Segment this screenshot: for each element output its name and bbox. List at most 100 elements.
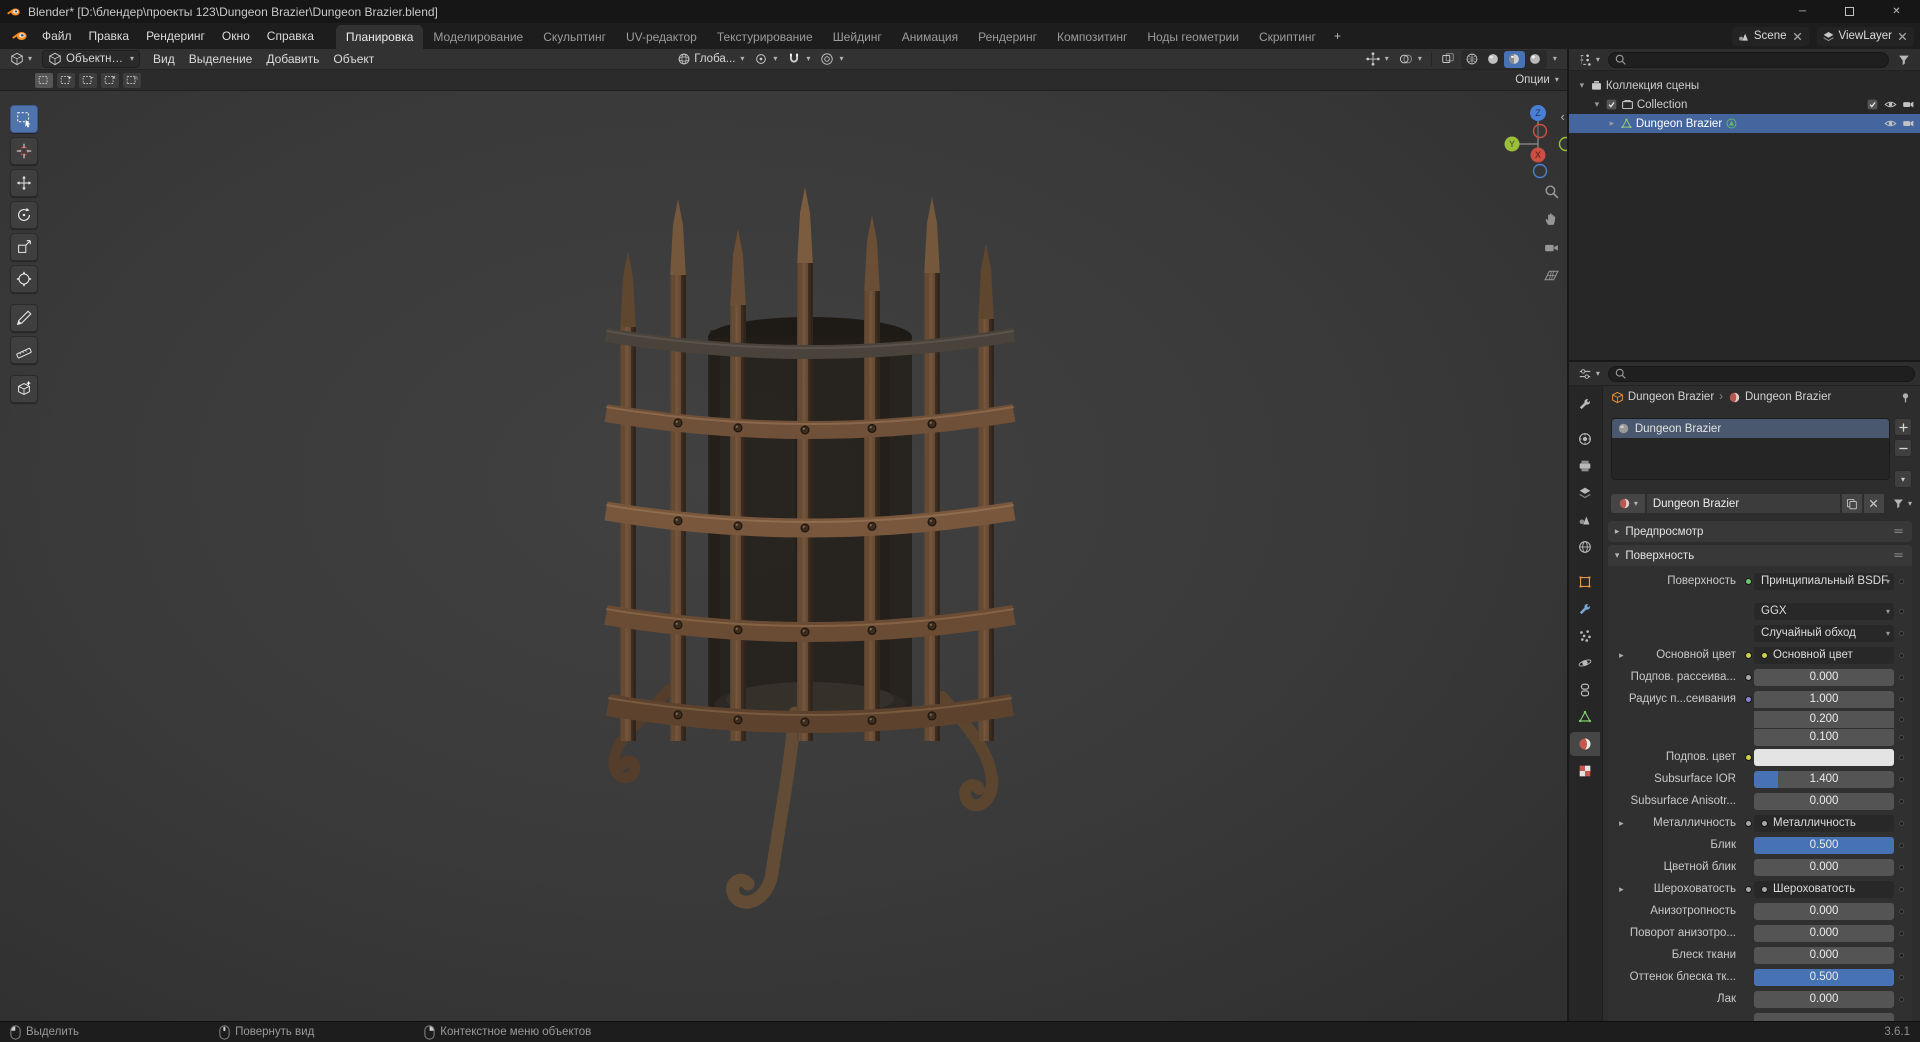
menubar-item[interactable]: Рендеринг [138,26,213,46]
select-mode-subtract-button[interactable]: − [78,71,98,89]
value-slider[interactable]: 0.000 [1754,792,1894,810]
breadcrumb-object[interactable]: Dungeon Brazier [1628,391,1714,403]
color-swatch[interactable] [1754,748,1894,766]
viewport-menu-item[interactable]: Выделение [182,50,260,68]
animate-property-dot[interactable] [1894,798,1908,804]
tool-move-button[interactable] [10,169,38,197]
animate-property-dot[interactable] [1894,696,1908,702]
camera-toggle[interactable] [1902,98,1915,111]
properties-tab-constraints[interactable] [1570,678,1600,702]
animate-property-dot[interactable] [1894,776,1908,782]
tool-options-dropdown[interactable]: Опции ▾ [1515,74,1559,86]
tool-scale-button[interactable] [10,233,38,261]
value-slider[interactable]: 0.500 [1754,968,1894,986]
dropdown-field[interactable]: Принципиальный BSDF ▾ [1754,572,1894,590]
animate-property-dot[interactable] [1894,754,1908,760]
ortho-grid-icon[interactable] [1543,267,1560,284]
show-overlays-dropdown[interactable]: ▾ [1395,51,1426,67]
shading-options-dropdown[interactable]: ▾ [1553,55,1557,63]
properties-tab-particles[interactable] [1570,624,1600,648]
expand-toggle[interactable]: ▸ [1614,884,1629,895]
camera-toggle[interactable] [1902,117,1915,130]
shading-material-preview-button[interactable] [1503,50,1525,68]
animate-property-dot[interactable] [1894,886,1908,892]
workspace-tab[interactable]: Скульптинг [533,25,616,49]
workspace-tab[interactable]: Шейдинг [823,25,892,49]
zoom-icon[interactable] [1543,183,1560,200]
animate-property-dot[interactable] [1894,974,1908,980]
properties-tab-material[interactable] [1570,732,1601,756]
workspace-tab[interactable]: UV-редактор [616,25,707,49]
properties-search-input[interactable] [1607,365,1915,382]
value-slider[interactable]: 0.000 [1754,902,1894,920]
properties-tab-view-layer[interactable] [1570,481,1600,505]
shading-wireframe-button[interactable] [1462,51,1483,68]
workspace-tab[interactable]: Скриптинг [1249,25,1326,49]
unlink-material-button[interactable] [1863,494,1884,513]
sidebar-collapse-handle[interactable]: ‹ [1561,109,1565,124]
animate-property-dot[interactable] [1894,608,1908,614]
dropdown-field[interactable]: Случайный обход ▾ [1754,624,1894,642]
properties-tab-world[interactable] [1570,535,1600,559]
transform-orientation-dropdown[interactable]: Глоба... ▾ [673,51,748,67]
value-slider[interactable]: 0.000 [1754,858,1894,876]
panel-grip-icon[interactable] [1892,549,1905,562]
outliner-search-input[interactable] [1607,51,1889,68]
workspace-tab[interactable]: Ноды геометрии [1137,25,1249,49]
properties-tab-physics[interactable] [1570,651,1600,675]
animate-property-dot[interactable] [1894,674,1908,680]
workspace-tab[interactable]: Моделирование [423,25,533,49]
workspace-tab[interactable]: Рендеринг [968,25,1047,49]
properties-tab-object[interactable] [1570,570,1600,594]
value-slider[interactable]: 0.000 [1754,990,1894,1008]
outliner-filter-button[interactable] [1893,52,1915,68]
checkbox-toggle[interactable] [1866,98,1879,111]
pivot-point-dropdown[interactable]: ▾ [750,51,781,67]
unlink-view-layer-button[interactable] [1896,30,1909,43]
panel-grip-icon[interactable] [1892,525,1905,538]
new-material-button[interactable] [1841,494,1862,513]
tool-measure-button[interactable] [10,336,38,364]
snapping-dropdown[interactable]: ▾ [783,51,814,67]
add-workspace-button[interactable]: + [1326,27,1349,45]
breadcrumb-material[interactable]: Dungeon Brazier [1745,391,1831,403]
outliner-row[interactable]: ▾ Коллекция сцены [1569,76,1920,95]
remove-slot-button[interactable] [1894,439,1912,457]
editor-type-button[interactable]: ▾ [1574,52,1604,68]
menubar-item[interactable]: Справка [259,26,322,46]
dropdown-field[interactable]: GGX ▾ [1754,602,1894,620]
menubar-item[interactable]: Файл [34,26,80,46]
linked-input-field[interactable]: Шероховатость [1754,880,1894,898]
value-field[interactable]: 1.000 [1754,690,1894,708]
properties-tab-texture[interactable] [1570,759,1600,783]
tool-add-cube-button[interactable] [10,375,38,403]
browse-material-button[interactable]: ▾ [1610,494,1645,513]
tool-rotate-button[interactable] [10,201,38,229]
filter-button[interactable]: ▾ [1892,497,1912,510]
viewport-menu-item[interactable]: Объект [326,50,381,68]
panel-surface[interactable]: ▾ Поверхность [1607,545,1912,566]
animate-property-dot[interactable] [1894,578,1908,584]
properties-tab-scene[interactable] [1570,508,1600,532]
animate-property-dot[interactable] [1894,820,1908,826]
navigation-gizmo[interactable]: Z Y X [1500,97,1567,183]
minimize-button[interactable]: ─ [1779,0,1826,23]
disclosure-triangle[interactable]: ▾ [1592,99,1602,110]
tool-cursor-button[interactable] [10,137,38,165]
material-slot[interactable]: Dungeon Brazier [1611,419,1889,438]
animate-property-dot[interactable] [1894,996,1908,1002]
menubar-item[interactable]: Окно [214,26,258,46]
brazier-model[interactable] [590,185,1030,925]
animate-property-dot[interactable] [1894,716,1908,722]
properties-tab-tool[interactable] [1570,392,1600,416]
disclosure-triangle[interactable]: ▸ [1607,118,1617,129]
blender-menu-button[interactable] [6,23,34,49]
outliner-row[interactable]: ▸ Dungeon Brazier [1568,114,1920,133]
value-field[interactable]: 0.200 [1754,710,1894,728]
proportional-edit-dropdown[interactable]: ▾ [816,51,847,67]
linked-input-field[interactable]: Металличность [1754,814,1894,832]
expand-toggle[interactable]: ▸ [1614,818,1629,829]
shading-rendered-button[interactable] [1525,51,1546,68]
select-mode-set-button[interactable] [34,71,54,89]
editor-type-button[interactable]: ▾ [6,51,36,67]
